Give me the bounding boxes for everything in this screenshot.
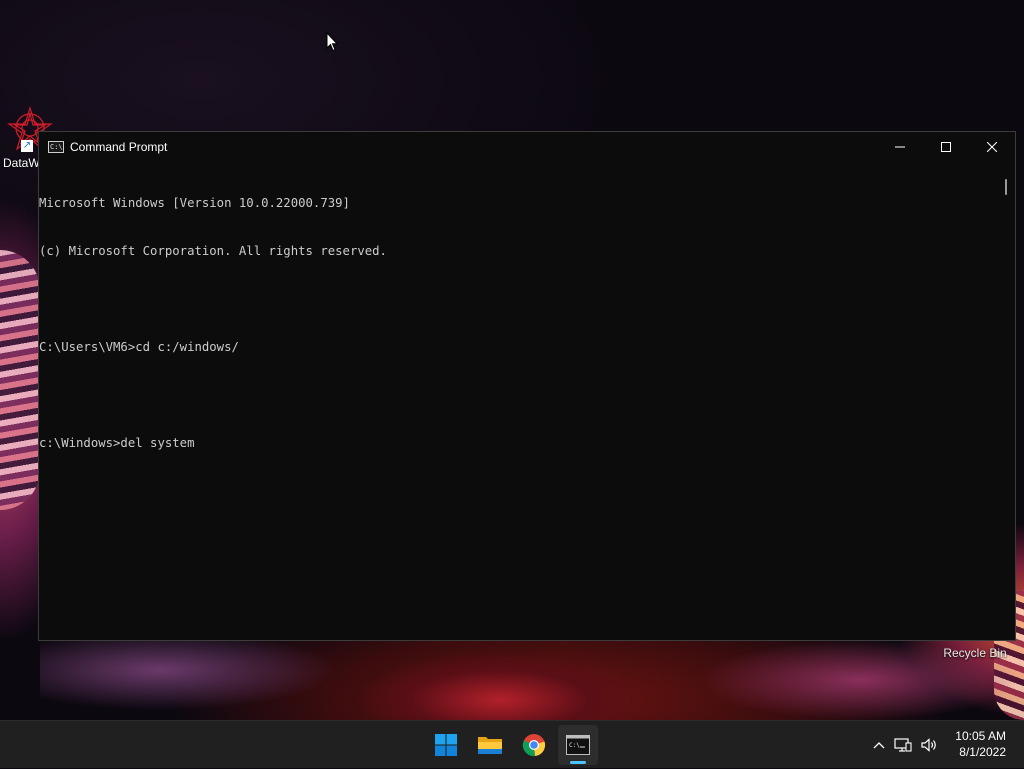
clock-time: 10:05 AM bbox=[955, 729, 1006, 743]
active-app-indicator bbox=[570, 761, 586, 764]
start-button[interactable] bbox=[426, 725, 466, 765]
command-prompt-icon: C:\ bbox=[48, 140, 64, 153]
command-prompt-window[interactable]: C:\ Command Prompt Microsoft Windows [Ve… bbox=[38, 131, 1016, 641]
minimize-button[interactable] bbox=[877, 132, 923, 161]
desktop-icon-label: DataW bbox=[3, 156, 40, 170]
console-line: C:\Users\VM6>cd c:/windows/ bbox=[39, 340, 239, 354]
desktop-icon-recycle-bin[interactable]: Recycle Bin bbox=[940, 646, 1010, 660]
console-line: (c) Microsoft Corporation. All rights re… bbox=[39, 244, 387, 258]
console-scrollbar[interactable] bbox=[998, 161, 1015, 639]
show-hidden-icons-button[interactable] bbox=[868, 741, 890, 749]
console-output[interactable]: Microsoft Windows [Version 10.0.22000.73… bbox=[39, 161, 999, 639]
wallpaper-swirl-bottom bbox=[40, 640, 1015, 720]
maximize-button[interactable] bbox=[923, 132, 969, 161]
system-tray bbox=[868, 721, 942, 769]
shortcut-arrow-icon: ↗ bbox=[21, 140, 33, 152]
taskbar-chrome[interactable] bbox=[514, 725, 554, 765]
folder-icon bbox=[478, 737, 502, 754]
scrollbar-thumb[interactable] bbox=[1005, 179, 1007, 195]
desktop-icon-label: Recycle Bin bbox=[943, 646, 1007, 660]
window-title: Command Prompt bbox=[70, 139, 168, 154]
minimize-icon bbox=[895, 146, 905, 147]
console-line: Microsoft Windows [Version 10.0.22000.73… bbox=[39, 196, 350, 210]
chevron-up-icon bbox=[873, 742, 885, 749]
clock-date: 8/1/2022 bbox=[959, 745, 1006, 759]
volume-button[interactable] bbox=[916, 737, 942, 753]
window-controls bbox=[877, 132, 1015, 161]
network-icon bbox=[894, 738, 912, 752]
maximize-icon bbox=[941, 141, 951, 152]
windows-start-icon bbox=[435, 734, 457, 756]
taskbar-file-explorer[interactable] bbox=[470, 725, 510, 765]
close-button[interactable] bbox=[969, 132, 1015, 161]
command-prompt-icon: C:\ bbox=[566, 735, 590, 755]
chrome-icon bbox=[522, 734, 546, 757]
network-button[interactable] bbox=[890, 737, 916, 753]
title-bar[interactable]: C:\ Command Prompt bbox=[39, 132, 1015, 161]
svg-text:C:\: C:\ bbox=[569, 742, 580, 749]
close-icon bbox=[987, 141, 997, 152]
taskbar-clock[interactable]: 10:05 AM 8/1/2022 bbox=[955, 728, 1006, 760]
taskbar: C:\ 10:05 AM 8/1/2022 bbox=[0, 720, 1024, 768]
speaker-icon bbox=[921, 738, 936, 752]
console-prompt-line: c:\Windows>del system bbox=[39, 436, 195, 450]
mouse-cursor-icon bbox=[326, 31, 339, 52]
taskbar-command-prompt[interactable]: C:\ bbox=[558, 725, 598, 765]
wallpaper-swirl-left bbox=[0, 250, 40, 510]
